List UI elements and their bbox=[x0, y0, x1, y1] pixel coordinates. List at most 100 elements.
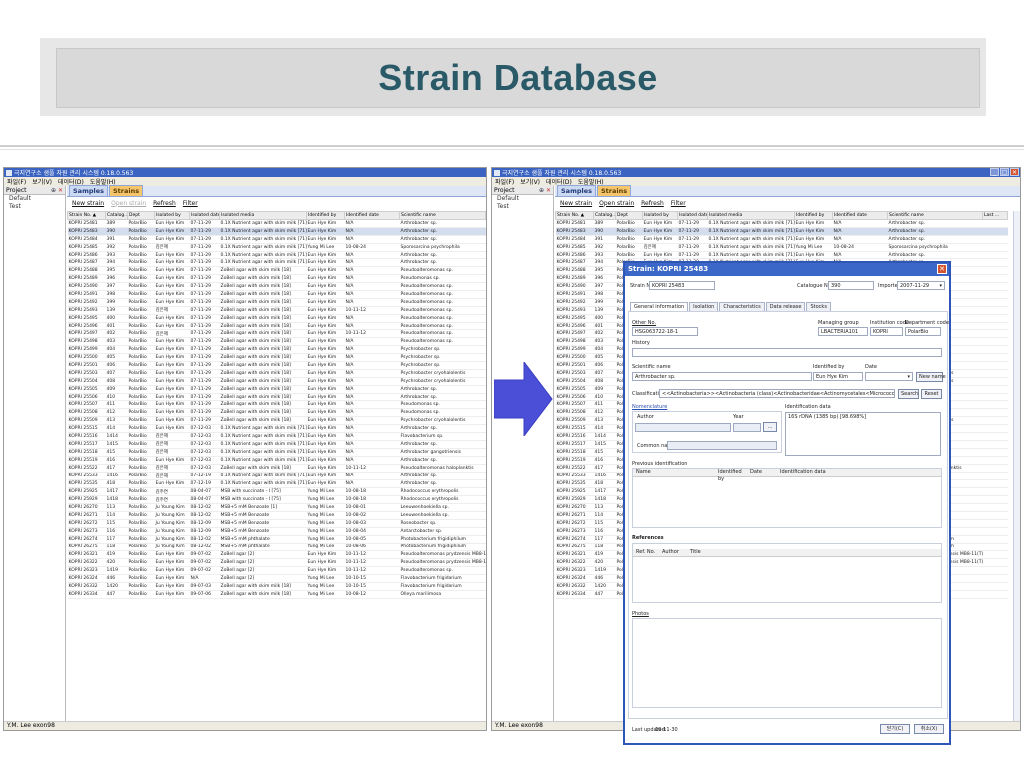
table-row[interactable]: KOPRI 25515414PolarBioEun Hye Kim07-12-0… bbox=[67, 424, 486, 434]
year-field[interactable] bbox=[733, 423, 761, 432]
table-row[interactable]: KOPRI 255161414PolarBio김은혜07-12-030.1X N… bbox=[67, 432, 486, 441]
institution-code-field[interactable]: KOPRI bbox=[870, 327, 903, 336]
table-row[interactable]: KOPRI 25487394PolarBioEun Hye Kim07-11-2… bbox=[67, 258, 486, 268]
catalogue-field[interactable]: 390 bbox=[828, 281, 874, 290]
date-field[interactable]: ▾ bbox=[865, 372, 913, 381]
close-icon[interactable]: ✕ bbox=[58, 187, 63, 194]
history-field[interactable] bbox=[632, 348, 942, 357]
table-row[interactable]: KOPRI 25535418PolarBioEun Hye Kim07-12-1… bbox=[67, 479, 486, 489]
tab-strains[interactable]: Strains bbox=[597, 185, 632, 196]
column-header[interactable]: Identified date bbox=[344, 211, 400, 220]
pin-icon[interactable]: ⊕ bbox=[51, 187, 56, 194]
table-row[interactable]: KOPRI 255171415PolarBio김은혜07-12-030.1X N… bbox=[67, 440, 486, 449]
strain-no-field[interactable]: KOPRI 25483 bbox=[649, 281, 715, 290]
column-header[interactable]: Strain No. ▲ bbox=[67, 211, 106, 220]
table-row[interactable]: KOPRI 25483 390 PolarBio Eun Hye Kim 07-11-2… bbox=[67, 227, 486, 236]
dialog-close-icon[interactable]: ✕ bbox=[937, 264, 947, 274]
table-row[interactable]: KOPRI 26322420PolarBioEun Hye Kim09-07-0… bbox=[67, 558, 486, 568]
table-row[interactable]: KOPRI 26270113PolarBioJu Young Kim08-12-… bbox=[67, 503, 486, 512]
tab-samples[interactable]: Samples bbox=[69, 185, 108, 196]
table-row[interactable]: KOPRI 25501406PolarBioEun Hye Kim07-11-2… bbox=[67, 361, 486, 370]
author-field[interactable] bbox=[635, 423, 731, 432]
dialog-titlebar[interactable]: Strain: KOPRI 25483 ✕ bbox=[625, 263, 949, 276]
column-header[interactable]: Catalog... bbox=[105, 211, 128, 220]
column-header[interactable]: Isolated by bbox=[642, 211, 678, 220]
table-row[interactable]: KOPRI 26324446PolarBioEun Hye KimN/AZoBe… bbox=[67, 574, 486, 583]
table-row[interactable]: KOPRI 25506410PolarBioEun Hye Kim07-11-2… bbox=[67, 393, 486, 402]
open-strain-button[interactable]: Open strain bbox=[599, 200, 634, 207]
column-header[interactable]: Identified by bbox=[306, 211, 345, 220]
table-row[interactable]: KOPRI 25490397PolarBioEun Hye Kim07-11-2… bbox=[67, 282, 486, 292]
managing-group-field[interactable]: LBACTERIA101 bbox=[818, 327, 868, 336]
table-row[interactable]: KOPRI 25495400PolarBioEun Hye Kim07-11-2… bbox=[67, 314, 486, 323]
column-header[interactable]: Isolated media bbox=[219, 211, 307, 220]
tab-characteristics[interactable]: Characteristics bbox=[719, 302, 765, 311]
table-row[interactable]: KOPRI 26273116PolarBioJu Young Kim08-12-… bbox=[67, 527, 486, 536]
filter-button[interactable]: Filter bbox=[183, 200, 198, 207]
identified-by-field[interactable]: Eun Hye Kim bbox=[813, 372, 863, 381]
refresh-button[interactable]: Refresh bbox=[641, 200, 664, 207]
column-header[interactable]: Identified by bbox=[794, 211, 833, 220]
tab-stocks[interactable]: Stocks bbox=[806, 302, 831, 311]
table-row[interactable]: KOPRI 25484 391 PolarBio Eun Hye Kim 07-11-2… bbox=[67, 235, 486, 244]
new-strain-button[interactable]: New strain bbox=[560, 200, 592, 207]
tree-item-default[interactable]: Default bbox=[4, 195, 65, 203]
table-row[interactable]: KOPRI 25485 392 PolarBio 김은혜 07-11-29 0.1X Nu… bbox=[555, 243, 1008, 252]
menu-view[interactable]: 보기(V) bbox=[520, 177, 540, 186]
menu-view[interactable]: 보기(V) bbox=[32, 177, 52, 186]
search-button[interactable]: Search bbox=[898, 389, 919, 399]
table-row[interactable]: KOPRI 25484 391 PolarBio Eun Hye Kim 07-11-2… bbox=[555, 235, 1008, 244]
reset-button[interactable]: Reset bbox=[921, 389, 942, 399]
department-code-field[interactable]: PolarBio bbox=[905, 327, 941, 336]
classification-field[interactable]: <<Actinobacteria>><Actinobacteria (class… bbox=[659, 389, 895, 398]
table-row[interactable]: KOPRI 25489396PolarBioEun Hye Kim07-11-2… bbox=[67, 274, 486, 284]
table-row[interactable]: KOPRI 25519416PolarBioEun Hye Kim07-12-0… bbox=[67, 456, 486, 465]
open-strain-button[interactable]: Open strain bbox=[111, 200, 146, 207]
window-titlebar[interactable]: 극지연구소 샘플 자원 관리 시스템 0.18.0.563 bbox=[4, 168, 486, 177]
tree-item-test[interactable]: Test bbox=[492, 203, 553, 211]
column-header[interactable]: Dept bbox=[127, 211, 155, 220]
table-row[interactable]: KOPRI 25493139PolarBio김은혜07-11-29ZoBell … bbox=[67, 306, 486, 315]
table-row[interactable]: KOPRI 263231419PolarBioEun Hye Kim09-07-… bbox=[67, 566, 486, 576]
column-header[interactable]: Scientific name bbox=[887, 211, 983, 220]
table-row[interactable]: KOPRI 25491398PolarBioEun Hye Kim07-11-2… bbox=[67, 290, 486, 299]
other-no-field[interactable]: HSG063722-18-1 bbox=[632, 327, 698, 336]
close-button[interactable]: 닫기(C) bbox=[880, 724, 910, 734]
identification-data-field[interactable]: 16S rDNA (1385 bp) [98.698%] bbox=[785, 412, 941, 456]
menu-file[interactable]: 파일(F) bbox=[495, 177, 514, 186]
table-row[interactable]: KOPRI 25507411PolarBioEun Hye Kim07-11-2… bbox=[67, 400, 486, 410]
table-row[interactable]: KOPRI 25483 390 PolarBio Eun Hye Kim 07-11-2… bbox=[555, 227, 1008, 236]
column-header[interactable]: Isolated media bbox=[707, 211, 795, 220]
tab-strains[interactable]: Strains bbox=[109, 185, 144, 196]
table-row[interactable]: KOPRI 25481 389 PolarBio Eun Hye Kim 07-11-2… bbox=[555, 219, 1008, 228]
refresh-button[interactable]: Refresh bbox=[153, 200, 176, 207]
tab-general-information[interactable]: General information bbox=[630, 302, 689, 311]
minimize-icon[interactable]: _ bbox=[990, 168, 999, 176]
tree-item-test[interactable]: Test bbox=[4, 203, 65, 211]
new-name-button[interactable]: New name bbox=[916, 372, 946, 382]
column-header[interactable]: Strain No. ▲ bbox=[555, 211, 594, 220]
table-row[interactable]: KOPRI 25508412PolarBioEun Hye Kim07-11-2… bbox=[67, 408, 486, 418]
table-row[interactable]: KOPRI 263321420PolarBioEun Hye Kim09-07-… bbox=[67, 582, 486, 591]
table-row[interactable]: KOPRI 25505409PolarBioEun Hye Kim07-11-2… bbox=[67, 385, 486, 394]
column-header[interactable]: Isolated date bbox=[677, 211, 708, 220]
table-row[interactable]: KOPRI 26271114PolarBioJu Young Kim08-12-… bbox=[67, 511, 486, 520]
photos-area[interactable] bbox=[632, 618, 942, 708]
table-row[interactable]: KOPRI 25518415PolarBio김은혜07-12-030.1X Nu… bbox=[67, 448, 486, 457]
common-name-field[interactable] bbox=[667, 441, 777, 450]
cancel-button[interactable]: 취소(X) bbox=[914, 724, 944, 734]
table-row[interactable]: KOPRI 25497402PolarBio김은혜07-11-29ZoBell … bbox=[67, 329, 486, 339]
table-row[interactable]: KOPRI 25500405PolarBioEun Hye Kim07-11-2… bbox=[67, 353, 486, 363]
table-row[interactable]: KOPRI 26321419PolarBioEun Hye Kim09-07-0… bbox=[67, 550, 486, 560]
filter-button[interactable]: Filter bbox=[671, 200, 686, 207]
column-header[interactable]: Dept bbox=[615, 211, 643, 220]
table-row[interactable]: KOPRI 25499404PolarBioEun Hye Kim07-11-2… bbox=[67, 345, 486, 355]
imported-field[interactable]: 2007-11-29 ▾ bbox=[897, 281, 945, 290]
maximize-icon[interactable]: □ bbox=[1000, 168, 1009, 176]
table-row[interactable]: KOPRI 26272115PolarBioJu Young Kim08-12-… bbox=[67, 519, 486, 528]
tree-item-default[interactable]: Default bbox=[492, 195, 553, 203]
table-row[interactable]: KOPRI 25509413PolarBioEun Hye Kim07-11-2… bbox=[67, 416, 486, 426]
column-header[interactable]: Scientific name bbox=[399, 211, 486, 220]
table-row[interactable]: KOPRI 25486 393 PolarBio Eun Hye Kim 07-11-2… bbox=[555, 251, 1008, 260]
table-row[interactable]: KOPRI 25522417PolarBio김은혜07-12-03ZoBell … bbox=[67, 464, 486, 473]
